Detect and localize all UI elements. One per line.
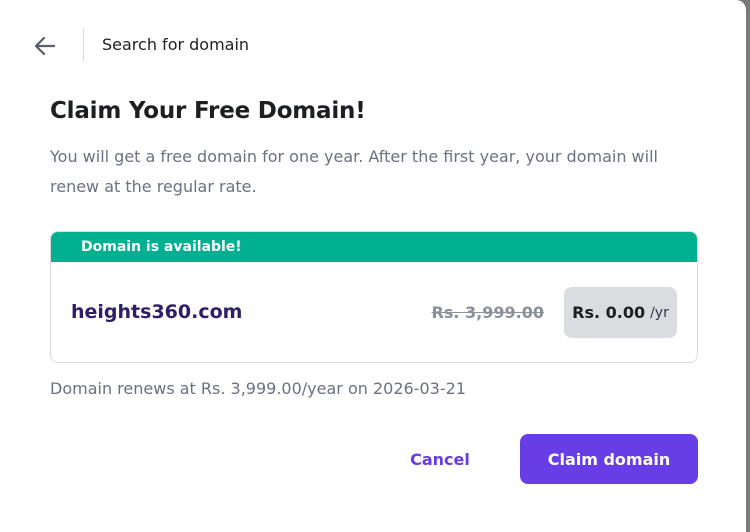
back-button[interactable] xyxy=(28,30,62,62)
domain-name: heights360.com xyxy=(71,301,243,323)
claim-domain-modal: Search for domain Claim Your Free Domain… xyxy=(0,0,746,532)
cancel-button[interactable]: Cancel xyxy=(396,434,484,484)
renewal-note: Domain renews at Rs. 3,999.00/year on 20… xyxy=(50,379,466,398)
header-title: Search for domain xyxy=(102,35,250,54)
claim-domain-button[interactable]: Claim domain xyxy=(520,434,698,484)
arrow-left-icon xyxy=(34,36,56,56)
original-price: Rs. 3,999.00 xyxy=(431,303,544,322)
price-badge: Rs. 0.00 /yr xyxy=(564,287,677,338)
billing-period: /yr xyxy=(650,304,669,321)
page-title: Claim Your Free Domain! xyxy=(50,98,366,124)
discounted-price: Rs. 0.00 xyxy=(572,303,646,322)
availability-banner: Domain is available! xyxy=(51,232,697,262)
description-text: You will get a free domain for one year.… xyxy=(50,147,658,196)
header-divider xyxy=(83,28,84,62)
modal-header: Search for domain xyxy=(0,0,746,90)
domain-card: Domain is available! heights360.com Rs. … xyxy=(50,231,698,363)
